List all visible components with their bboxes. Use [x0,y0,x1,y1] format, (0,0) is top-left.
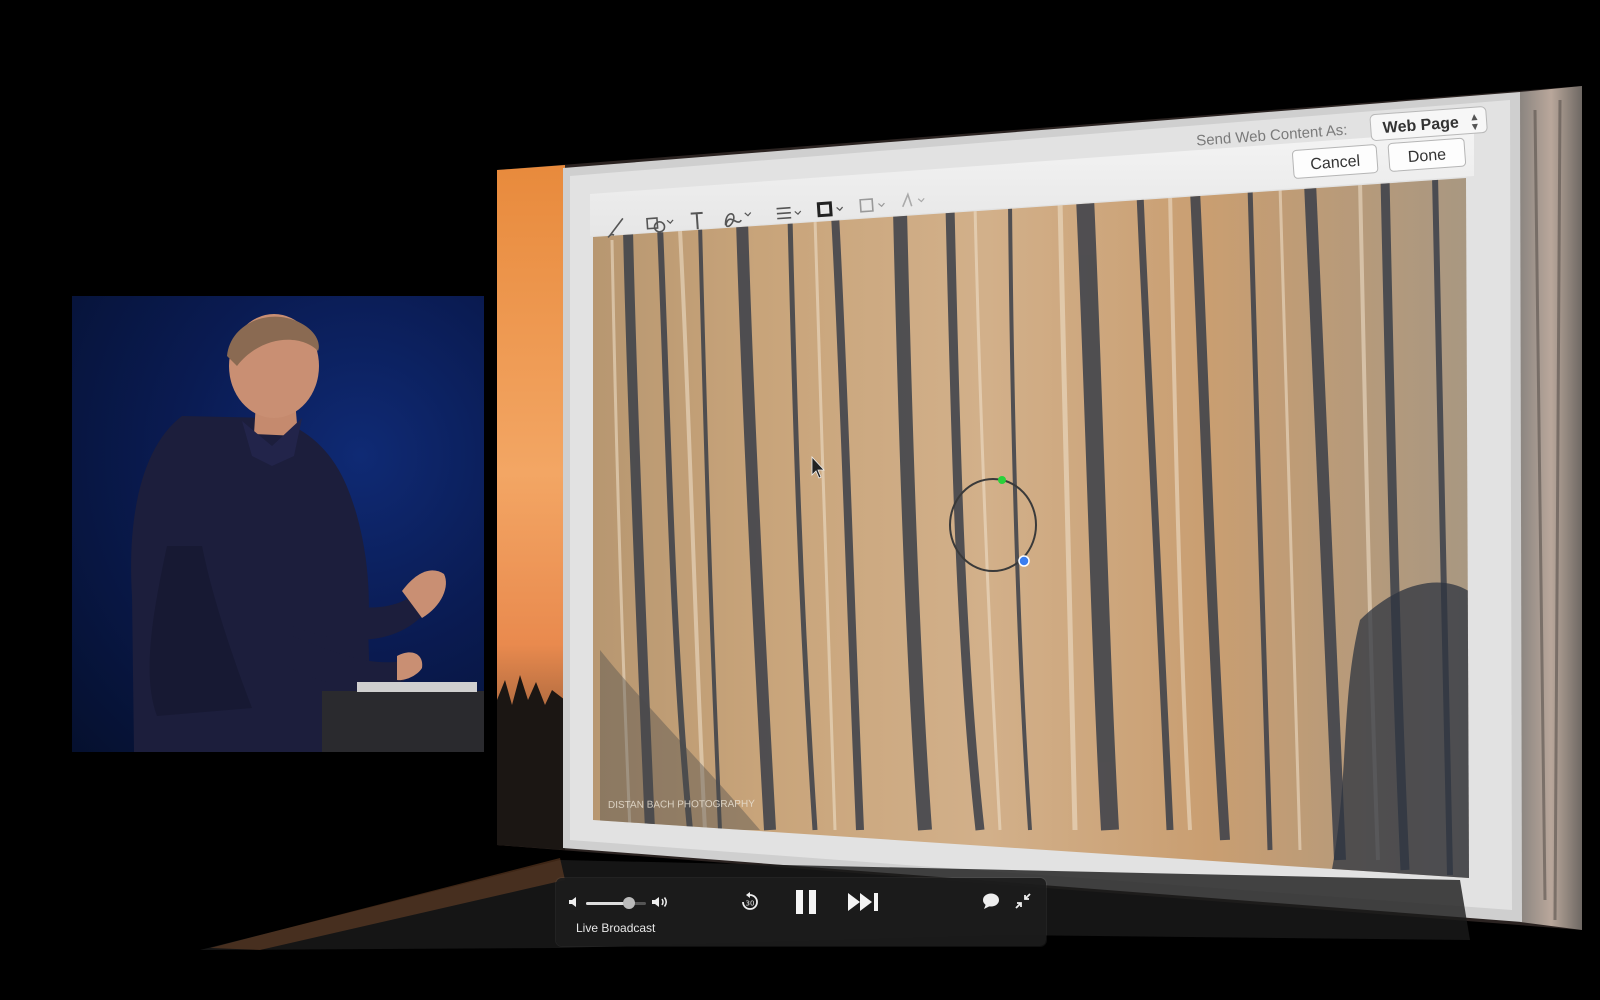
svg-text:Cancel: Cancel [1310,153,1361,174]
volume-slider[interactable] [586,897,646,909]
speaker-high-icon[interactable] [650,892,670,912]
presenter-figure [131,314,484,752]
exit-fullscreen-icon[interactable] [1012,890,1034,912]
photo-watermark: DISTAN BACH PHOTOGRAPHY [608,799,755,811]
rewind-30-icon[interactable]: 30 [738,890,762,914]
stage: DISTAN BACH PHOTOGRAPHY Send Web Content… [0,0,1600,1000]
done-button[interactable]: Done [1387,137,1467,172]
cancel-button[interactable]: Cancel [1292,144,1379,179]
video-player-controls: 30 Live Broadcast [556,878,1046,946]
svg-text:30: 30 [746,900,755,908]
pause-icon[interactable] [792,888,820,916]
resize-handle[interactable] [1018,555,1030,567]
volume-knob[interactable] [623,897,636,909]
presenter-video [72,296,484,752]
live-broadcast-label: Live Broadcast [576,921,656,935]
rotate-handle[interactable] [998,476,1006,484]
rock-photo [593,178,1469,878]
svg-text:Done: Done [1407,146,1446,166]
skip-forward-icon[interactable] [846,890,882,914]
speaker-low-icon[interactable] [566,892,582,912]
chat-icon[interactable] [980,890,1002,912]
